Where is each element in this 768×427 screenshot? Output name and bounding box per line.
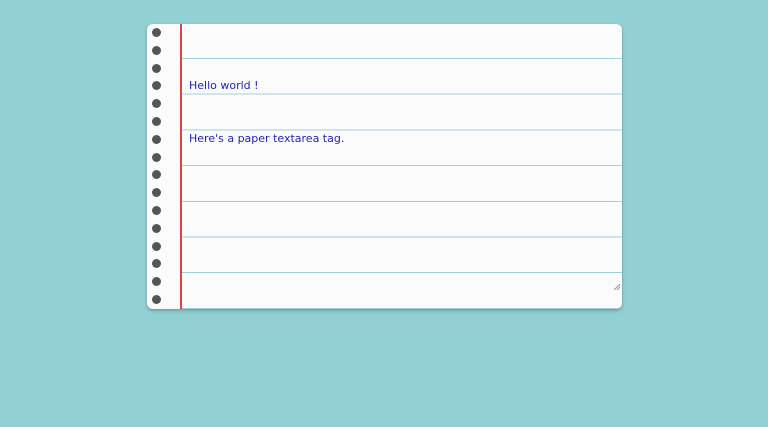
- binder-hole: [152, 259, 161, 269]
- binder-hole: [152, 188, 161, 198]
- binder-hole: [152, 277, 161, 287]
- textarea-line: Hello world !: [189, 78, 259, 92]
- binder-hole: [152, 28, 161, 37]
- resize-grip-icon[interactable]: [614, 284, 620, 290]
- binder-holes: [152, 28, 162, 308]
- binder-hole: [152, 45, 161, 55]
- binder-hole: [152, 206, 161, 215]
- binder-hole: [152, 152, 161, 162]
- binder-hole: [152, 117, 161, 126]
- paper-textarea[interactable]: Hello world ! Here's a paper textarea ta…: [189, 41, 612, 299]
- binder-hole: [152, 241, 161, 251]
- binder-hole: [152, 170, 161, 180]
- binder-hole: [152, 134, 161, 144]
- binder-hole: [152, 81, 161, 91]
- binder-hole: [152, 223, 161, 233]
- paper-textarea-container: Hello world ! Here's a paper textarea ta…: [147, 24, 622, 309]
- binder-hole: [152, 99, 161, 109]
- binder-hole: [152, 63, 161, 73]
- textarea-line: Here's a paper textarea tag.: [189, 131, 345, 145]
- binder-hole: [152, 295, 161, 304]
